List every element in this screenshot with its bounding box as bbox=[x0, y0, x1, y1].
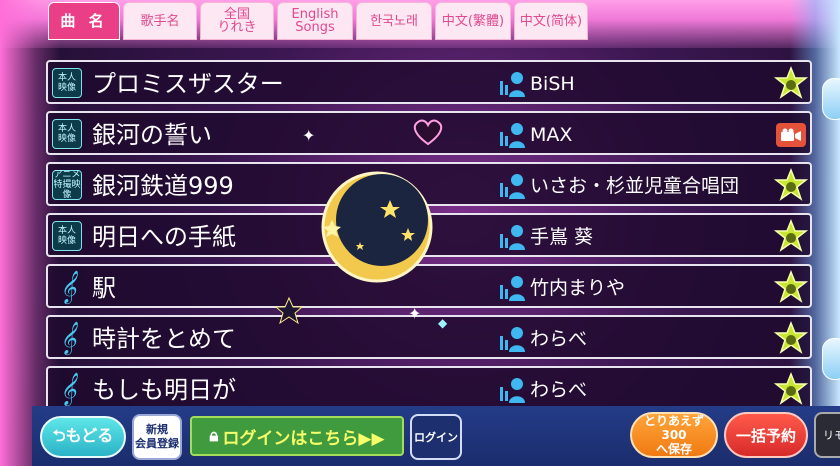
tab-national-history[interactable]: 全国 りれき bbox=[200, 2, 274, 40]
artist-name: BiSH bbox=[530, 73, 575, 95]
star-icon[interactable] bbox=[774, 168, 808, 202]
artist-name: 竹内まりや bbox=[530, 277, 626, 299]
song-row[interactable]: 𝄞 もしも明日が わらべ bbox=[46, 366, 812, 410]
video-type-badge: 本人 映像 bbox=[52, 68, 82, 98]
sparkle-icon: ◆ bbox=[438, 316, 448, 330]
video-type-badge: 本人 映像 bbox=[52, 221, 82, 251]
video-type-badge: 本人 映像 bbox=[52, 119, 82, 149]
artist-name: 手嶌 葵 bbox=[530, 226, 594, 248]
music-note-icon: 𝄞 bbox=[59, 372, 77, 405]
song-title: もしも明日が bbox=[92, 376, 236, 404]
singer-icon bbox=[500, 72, 525, 97]
singer-icon bbox=[500, 327, 525, 352]
video-type-badge: アニメ 特撮映像 bbox=[52, 170, 82, 200]
remote-button[interactable]: リモ bbox=[814, 412, 840, 458]
artist-name: わらべ bbox=[530, 379, 588, 401]
bottom-bar: ⮌もどる 新規 会員登録 🔒︎ ログインはこちら▶▶ ログイン とりあえず300… bbox=[32, 406, 840, 466]
tab-song-name[interactable]: 曲 名 bbox=[48, 2, 120, 40]
search-tabs: 曲 名 歌手名 全国 りれき English Songs 한국노래 中文(繁體)… bbox=[48, 2, 588, 42]
lock-icon: 🔒︎ bbox=[209, 426, 219, 446]
artist-name: わらべ bbox=[530, 328, 588, 350]
song-title: 銀河鉄道999 bbox=[92, 172, 234, 200]
song-title: 時計をとめて bbox=[92, 325, 236, 353]
star-icon[interactable] bbox=[774, 321, 808, 355]
scroll-up-button[interactable] bbox=[822, 78, 840, 120]
sparkle-icon: ✦ bbox=[302, 126, 316, 145]
song-title: 明日への手紙 bbox=[92, 223, 236, 251]
artist-name: MAX bbox=[530, 124, 573, 146]
tab-korean-songs[interactable]: 한국노래 bbox=[356, 2, 432, 40]
singer-icon bbox=[500, 123, 525, 148]
bulk-reserve-button[interactable]: 一括予約 bbox=[724, 412, 808, 458]
new-member-button[interactable]: 新規 会員登録 bbox=[132, 414, 182, 460]
login-here-label: ログインはこちら▶▶ bbox=[222, 428, 385, 449]
star-icon[interactable] bbox=[774, 66, 808, 100]
star-icon[interactable] bbox=[774, 270, 808, 304]
login-button[interactable]: ログイン bbox=[410, 414, 462, 460]
singer-icon bbox=[500, 276, 525, 301]
save-to-300-button[interactable]: とりあえず300 へ保存 bbox=[630, 412, 718, 458]
scroll-down-button[interactable] bbox=[822, 338, 840, 380]
music-note-icon: 𝄞 bbox=[59, 270, 77, 303]
song-row[interactable]: 𝄞 時計をとめて わらべ bbox=[46, 315, 812, 359]
sparkle-icon: ✦ bbox=[408, 304, 422, 323]
artist-name: いさお・杉並児童合唱団 bbox=[530, 175, 740, 197]
tab-artist-name[interactable]: 歌手名 bbox=[123, 2, 197, 40]
dark-star-decoration bbox=[274, 296, 304, 325]
song-title: プロミスザスター bbox=[92, 70, 284, 98]
star-icon[interactable] bbox=[774, 219, 808, 253]
heart-decoration bbox=[413, 119, 443, 146]
singer-icon bbox=[500, 378, 525, 403]
moon-decoration bbox=[321, 171, 433, 283]
tab-chinese-traditional[interactable]: 中文(繁體) bbox=[435, 2, 511, 40]
singer-icon bbox=[500, 225, 525, 250]
song-title: 駅 bbox=[92, 274, 116, 302]
singer-icon bbox=[500, 174, 525, 199]
movie-camera-icon[interactable] bbox=[776, 123, 806, 147]
song-row[interactable]: 本人 映像 プロミスザスター BiSH bbox=[46, 60, 812, 104]
tab-english-songs[interactable]: English Songs bbox=[277, 2, 353, 40]
login-here-button[interactable]: 🔒︎ ログインはこちら▶▶ bbox=[190, 416, 404, 456]
star-icon[interactable] bbox=[774, 372, 808, 406]
back-button[interactable]: ⮌もどる bbox=[40, 416, 126, 458]
tab-chinese-simplified[interactable]: 中文(简体) bbox=[514, 2, 588, 40]
song-title: 銀河の誓い bbox=[92, 121, 212, 149]
music-note-icon: 𝄞 bbox=[59, 321, 77, 354]
